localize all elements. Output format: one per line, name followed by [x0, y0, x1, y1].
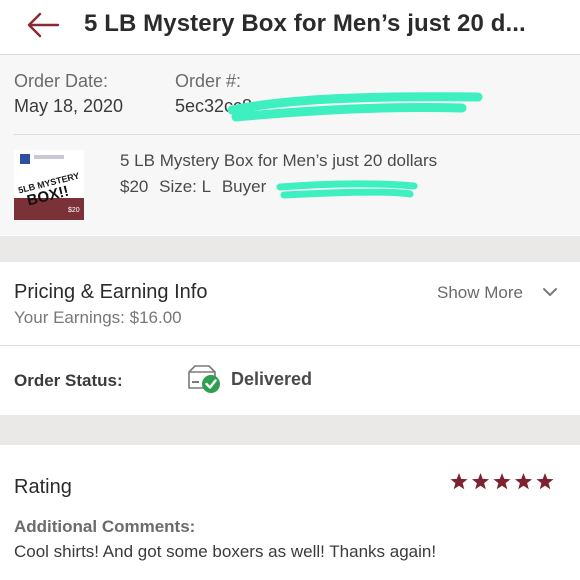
star-icon — [536, 473, 554, 490]
comments-text: Cool shirts! And got some boxers as well… — [14, 542, 437, 561]
divider — [14, 134, 580, 135]
buyer-label: Buyer — [221, 177, 267, 196]
comments-label: Additional Comments: — [14, 517, 196, 536]
product-price: $20 — [120, 177, 149, 196]
product-title[interactable]: 5 LB Mystery Box for Men’s just 20 dolla… — [120, 151, 437, 171]
order-status-label: Order Status: — [14, 371, 123, 390]
product-size: Size: L — [159, 177, 212, 196]
section-separator — [0, 415, 580, 445]
section-separator — [0, 236, 580, 262]
pricing-title: Pricing & Earning Info — [14, 281, 208, 303]
star-icon — [450, 473, 468, 490]
product-thumbnail[interactable]: 5LB MYSTERY BOX!! $20 — [14, 150, 84, 220]
star-icon — [514, 473, 533, 490]
order-date-value: May 18, 2020 — [14, 96, 124, 116]
earnings-value: Your Earnings: $16.00 — [14, 308, 182, 327]
back-arrow-icon[interactable] — [26, 10, 60, 40]
page-title: 5 LB Mystery Box for Men’s just 20 d... — [84, 10, 526, 37]
redaction-mark — [276, 180, 418, 199]
product-meta: $20 Size: L Buyer — [120, 177, 272, 197]
rating-title: Rating — [14, 476, 72, 498]
order-status-value: Delivered — [231, 369, 313, 389]
rating-stars — [450, 473, 554, 490]
star-icon — [493, 473, 511, 490]
redaction-mark — [227, 92, 483, 122]
thumbnail-price: $20 — [68, 207, 80, 214]
divider — [0, 345, 580, 346]
order-date-label: Order Date: — [14, 71, 109, 91]
star-icon — [471, 473, 490, 490]
show-more-button[interactable]: Show More — [437, 283, 523, 303]
package-delivered-icon — [188, 365, 220, 393]
chevron-down-icon[interactable] — [542, 286, 558, 298]
